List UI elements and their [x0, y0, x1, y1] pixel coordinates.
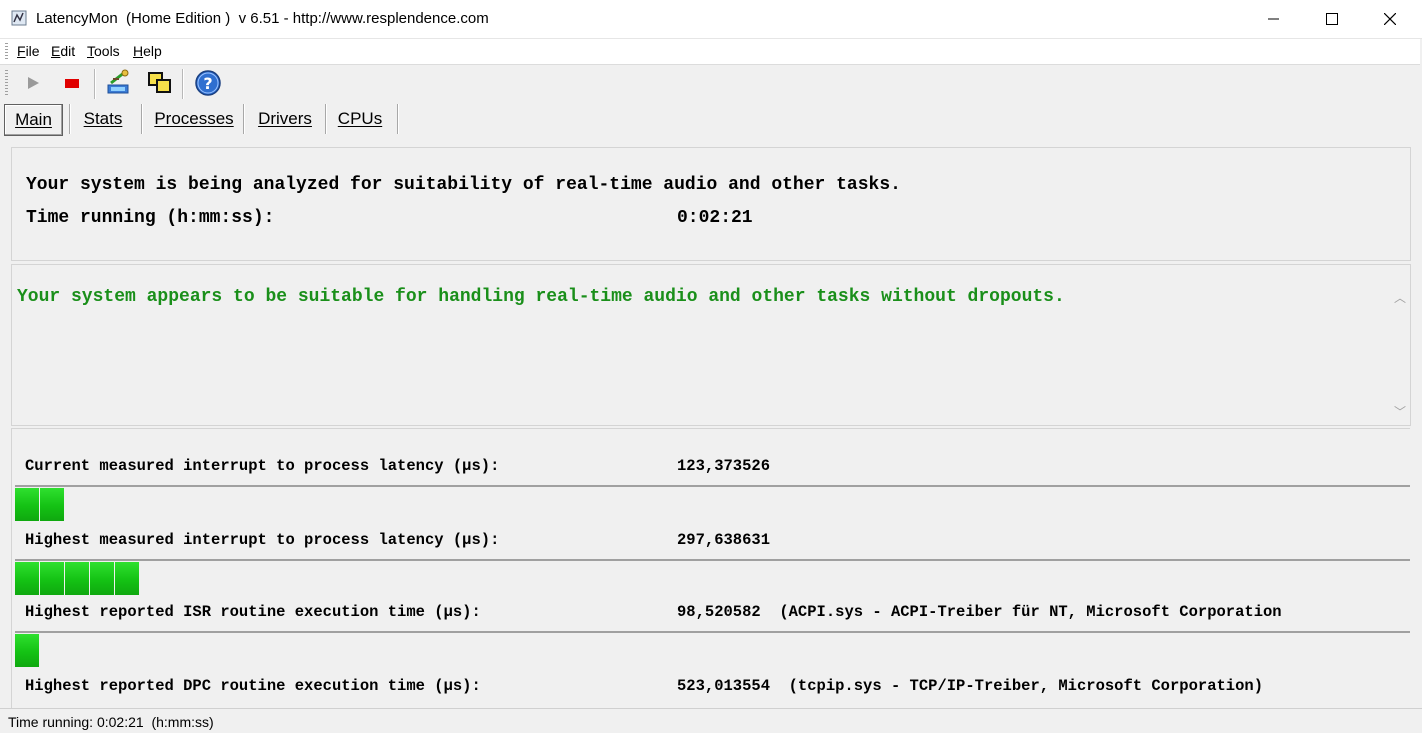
stop-button[interactable] — [57, 68, 87, 98]
scroll-down-icon[interactable]: ﹀ — [1394, 403, 1406, 420]
menu-help-mnemonic: H — [133, 43, 144, 59]
tab-separator — [141, 104, 143, 134]
verdict-scrollbar[interactable]: ︿ ﹀ — [1390, 285, 1410, 425]
bar-segment — [65, 562, 89, 595]
menu-tools[interactable]: Tools — [87, 43, 120, 59]
dpc-value-text: 523,013554 — [677, 677, 771, 695]
close-button[interactable] — [1361, 0, 1419, 38]
isr-time-bar-fill — [15, 634, 40, 667]
menu-edit-label: dit — [60, 43, 76, 59]
analyze-icon — [107, 69, 129, 94]
stop-icon — [65, 79, 79, 88]
bar-segment — [90, 562, 114, 595]
menu-help[interactable]: Help — [133, 43, 162, 59]
isr-time-bar — [15, 631, 1410, 667]
time-running-label: Time running (h:mm:ss): — [26, 208, 275, 228]
bar-segment — [40, 488, 64, 521]
tab-cpus[interactable]: CPUs — [329, 104, 391, 134]
scroll-up-icon[interactable]: ︿ — [1394, 289, 1406, 306]
start-button[interactable] — [18, 68, 48, 98]
verdict-panel: Your system appears to be suitable for h… — [11, 264, 1411, 426]
toolbar-grip — [5, 70, 8, 97]
tab-processes[interactable]: Processes — [145, 104, 243, 134]
tab-processes-label: Processes — [154, 109, 234, 128]
tab-bar: Main Stats Processes Drivers CPUs — [0, 102, 1422, 138]
tab-stats[interactable]: Stats — [73, 104, 133, 134]
main-tab-content: Your system is being analyzed for suitab… — [0, 138, 1422, 720]
current-latency-value: 123,373526 — [677, 457, 771, 475]
dpc-time-label: Highest reported DPC routine execution t… — [25, 677, 481, 695]
close-icon — [1384, 13, 1396, 25]
highest-latency-value: 297,638631 — [677, 531, 771, 549]
tab-separator — [243, 104, 245, 134]
windows-icon — [148, 72, 171, 93]
toolbar: ? — [0, 65, 1422, 102]
menu-tools-label: ools — [94, 43, 120, 59]
status-bar: Time running: 0:02:21 (h:mm:ss) — [0, 708, 1422, 733]
time-running-value: 0:02:21 — [677, 208, 753, 228]
toolbar-separator-2 — [182, 69, 184, 99]
tab-main-label: Main — [15, 110, 52, 129]
dpc-driver-text: (tcpip.sys - TCP/IP-Treiber, Microsoft C… — [788, 677, 1264, 695]
menu-tools-mnemonic: T — [87, 43, 94, 59]
window-title: LatencyMon (Home Edition ) v 6.51 - http… — [36, 10, 489, 27]
menu-edit-mnemonic: E — [51, 43, 61, 59]
tab-separator — [325, 104, 327, 134]
title-bar: LatencyMon (Home Edition ) v 6.51 - http… — [0, 0, 1422, 39]
isr-driver-text: (ACPI.sys - ACPI-Treiber für NT, Microso… — [779, 603, 1282, 621]
bar-segment — [15, 488, 39, 521]
tab-drivers[interactable]: Drivers — [247, 104, 323, 134]
tab-stats-label: Stats — [83, 109, 123, 128]
menu-file-mnemonic: F — [17, 43, 26, 59]
current-latency-bar — [15, 485, 1410, 521]
minimize-button[interactable] — [1245, 0, 1303, 38]
tab-cpus-label: CPUs — [337, 109, 383, 128]
isr-time-label: Highest reported ISR routine execution t… — [25, 603, 481, 621]
tab-main[interactable]: Main — [4, 104, 63, 136]
metrics-panel: Current measured interrupt to process la… — [11, 428, 1410, 720]
current-latency-bar-fill — [15, 488, 65, 521]
status-text: Time running: 0:02:21 (h:mm:ss) — [8, 714, 214, 730]
svg-text:?: ? — [203, 74, 212, 93]
help-button[interactable]: ? — [193, 68, 223, 98]
help-icon: ? — [195, 70, 221, 96]
analyzing-text: Your system is being analyzed for suitab… — [26, 175, 901, 195]
toolbar-separator — [94, 69, 96, 99]
dpc-time-value: 523,013554 (tcpip.sys - TCP/IP-Treiber, … — [677, 677, 1263, 695]
tab-separator — [397, 104, 399, 134]
isr-value-text: 98,520582 — [677, 603, 761, 621]
menu-file[interactable]: File — [17, 43, 40, 59]
menu-file-label: ile — [25, 43, 40, 59]
menu-grip — [5, 43, 8, 60]
menu-edit[interactable]: Edit — [51, 43, 75, 59]
current-latency-label: Current measured interrupt to process la… — [25, 457, 500, 475]
highest-latency-bar — [15, 559, 1410, 595]
latencymon-app-icon — [11, 10, 27, 26]
tab-separator — [69, 104, 71, 134]
tab-drivers-label: Drivers — [258, 109, 312, 128]
menu-bar: File Edit Tools Help — [0, 39, 1422, 65]
bar-segment — [15, 634, 39, 667]
bar-segment — [40, 562, 64, 595]
play-icon — [28, 77, 39, 89]
menu-help-label: elp — [143, 43, 162, 59]
highest-latency-label: Highest measured interrupt to process la… — [25, 531, 500, 549]
bar-segment — [15, 562, 39, 595]
bar-segment — [115, 562, 139, 595]
analyze-button[interactable] — [104, 68, 134, 98]
isr-time-value: 98,520582 (ACPI.sys - ACPI-Treiber für N… — [677, 603, 1282, 621]
minimize-icon — [1268, 18, 1279, 20]
maximize-icon — [1326, 13, 1338, 25]
maximize-button[interactable] — [1303, 0, 1361, 38]
highest-latency-bar-fill — [15, 562, 140, 595]
analysis-panel: Your system is being analyzed for suitab… — [11, 147, 1411, 261]
windows-button[interactable] — [145, 68, 175, 98]
verdict-message: Your system appears to be suitable for h… — [17, 287, 1065, 307]
